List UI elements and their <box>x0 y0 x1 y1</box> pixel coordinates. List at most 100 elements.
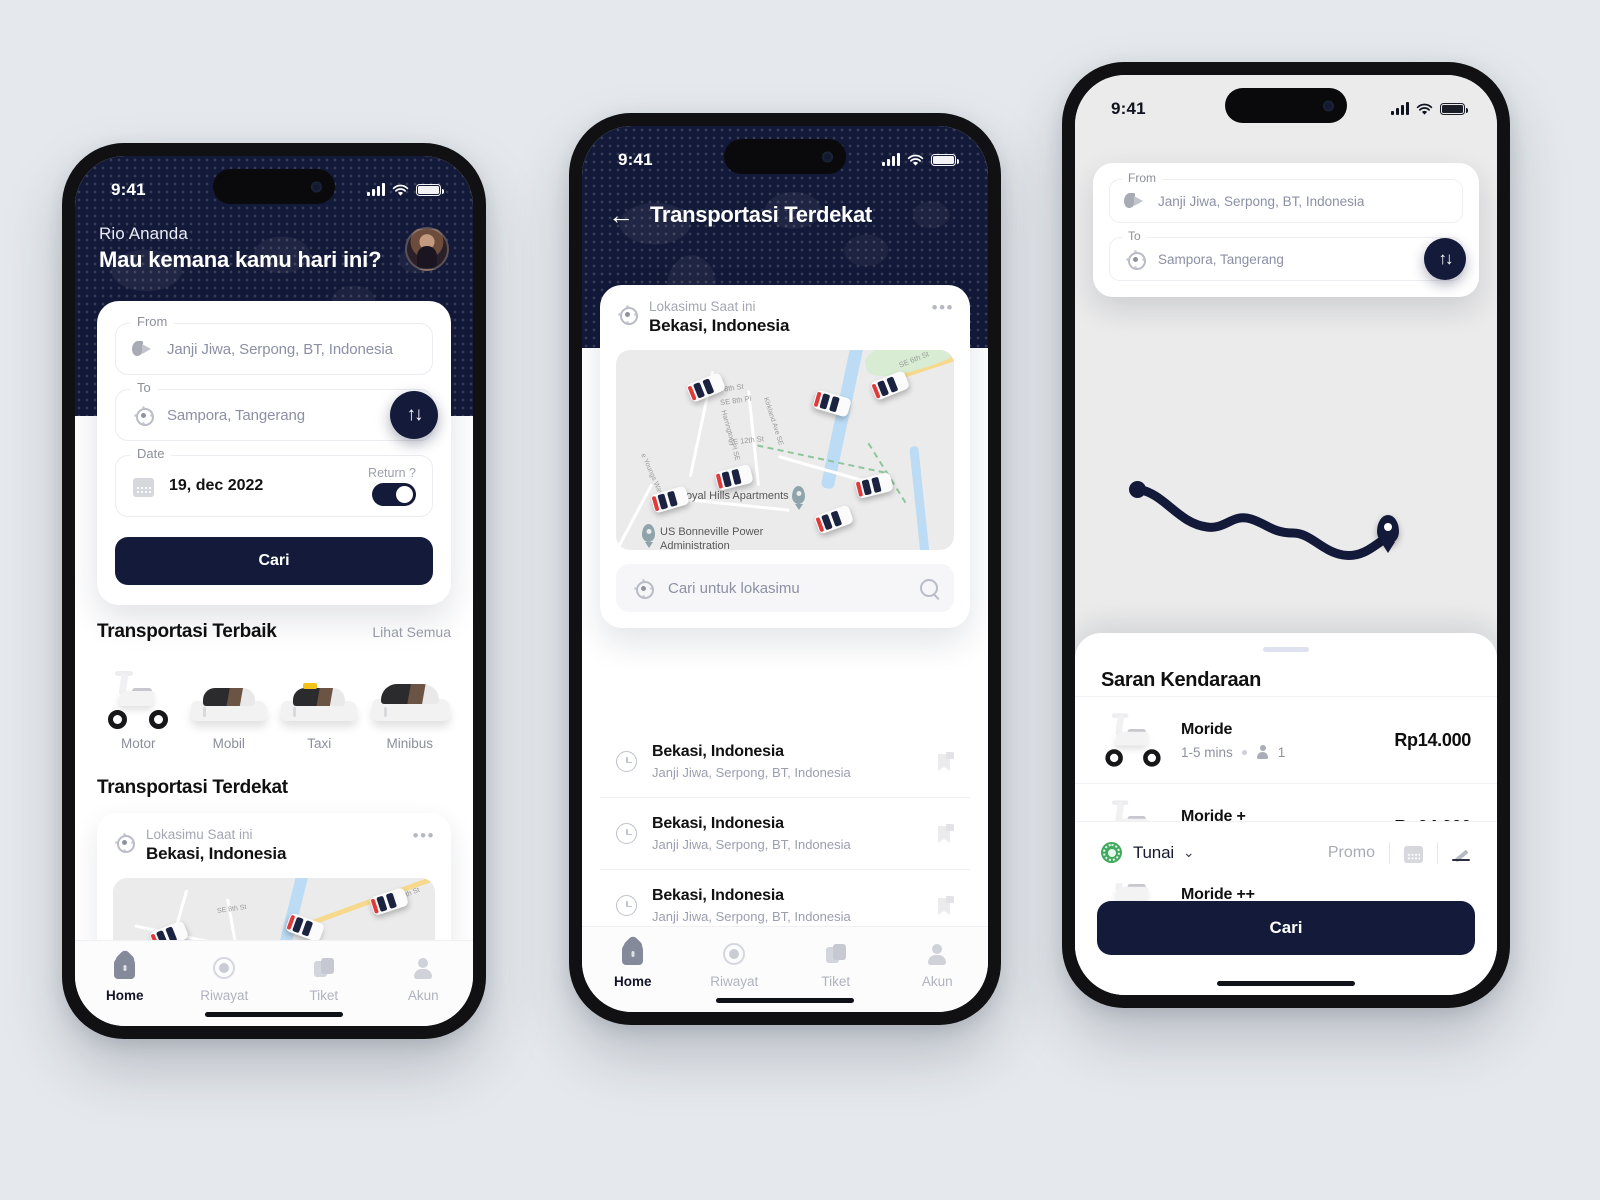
vehicle-option-row[interactable]: Moride 1-5 mins 1 Rp14.000 <box>1075 696 1497 783</box>
destination-crosshair-icon <box>132 404 154 426</box>
wifi-icon <box>1416 103 1433 115</box>
canvas: 9:41 Rio Ananda Mau kemana kamu hari ini… <box>0 0 1600 1200</box>
ticket-icon <box>313 957 335 979</box>
poi-label: Administration <box>660 540 730 550</box>
vehicle-name: Moride <box>1181 720 1233 738</box>
p3-route-card: From Janji Jiwa, Serpong, BT, Indonesia … <box>1093 163 1479 297</box>
search-submit-button[interactable]: Cari <box>115 537 433 585</box>
user-icon <box>926 943 948 965</box>
category-taxi[interactable]: Taxi <box>274 657 365 751</box>
swap-button[interactable]: ↑↓ <box>1424 238 1466 280</box>
calendar-icon <box>132 474 156 498</box>
vehicle-eta: 1-5 mins <box>1181 744 1233 760</box>
street-label: Harrington Pl SE <box>719 409 741 462</box>
category-motor[interactable]: Motor <box>93 657 184 751</box>
avatar[interactable] <box>405 226 449 271</box>
tab-tiket[interactable]: Tiket <box>274 955 374 1003</box>
status-time: 9:41 <box>618 150 653 169</box>
clock-icon <box>616 895 637 916</box>
category-minibus[interactable]: Minibus <box>365 657 456 751</box>
to-field[interactable]: To Sampora, Tangerang ↑↓ <box>1109 229 1466 281</box>
search-results-list: Bekasi, Indonesia Janji Jiwa, Serpong, B… <box>600 726 970 941</box>
car-marker <box>368 886 410 917</box>
chevron-down-icon[interactable]: ⌄ <box>1183 844 1195 861</box>
date-field[interactable]: Date 19, dec 2022 Return ? <box>115 446 433 517</box>
clock-icon <box>616 823 637 844</box>
swap-arrows-icon: ↑↓ <box>406 404 424 425</box>
tab-home[interactable]: Home <box>75 955 175 1003</box>
to-field[interactable]: To Sampora, Tangerang ↑↓ <box>115 380 438 441</box>
p1-dynamic-island <box>213 169 335 204</box>
home-icon <box>114 957 136 979</box>
tab-akun[interactable]: Akun <box>374 955 474 1003</box>
calendar-icon[interactable] <box>1404 843 1423 863</box>
from-value: Janji Jiwa, Serpong, BT, Indonesia <box>1158 193 1365 209</box>
promo-label[interactable]: Promo <box>1328 844 1375 862</box>
tab-riwayat[interactable]: Riwayat <box>684 941 786 989</box>
tab-riwayat[interactable]: Riwayat <box>175 955 275 1003</box>
tab-tiket[interactable]: Tiket <box>785 941 887 989</box>
result-subtitle: Janji Jiwa, Serpong, BT, Indonesia <box>652 765 851 780</box>
scooter-icon <box>106 671 170 729</box>
from-label: From <box>1122 171 1162 185</box>
battery-icon <box>931 154 959 166</box>
p2-dynamic-island <box>724 139 846 174</box>
p2-map[interactable]: SE 8th St SE 8th Pl SE 12th St Kirkland … <box>616 350 954 550</box>
nearby-title: Transportasi Terdekat <box>97 777 288 798</box>
return-toggle[interactable] <box>372 483 416 506</box>
phone-2: 9:41 ← Transportasi Terdekat Lokasimu Sa… <box>569 113 1001 1025</box>
signal-icon <box>367 183 385 196</box>
phone-3-screen: SE 4th St SE 8th Pl SE 5th St SE 12th St… <box>1075 75 1497 995</box>
status-time: 9:41 <box>111 180 146 199</box>
date-label: Date <box>130 446 172 461</box>
status-indicators <box>1391 102 1468 116</box>
map-pin <box>642 524 655 542</box>
tab-home[interactable]: Home <box>582 941 684 989</box>
result-title: Bekasi, Indonesia <box>652 815 784 832</box>
scooter-icon <box>1104 713 1163 767</box>
payment-method[interactable]: Tunai <box>1133 843 1174 863</box>
search-icon[interactable] <box>920 579 938 597</box>
phone-1: 9:41 Rio Ananda Mau kemana kamu hari ini… <box>62 143 486 1039</box>
clock-icon <box>616 751 637 772</box>
more-options-icon[interactable]: ••• <box>932 299 954 316</box>
bookmark-icon[interactable] <box>938 896 954 915</box>
from-field[interactable]: From Janji Jiwa, Serpong, BT, Indonesia <box>1109 171 1463 223</box>
locate-icon <box>632 577 654 599</box>
battery-icon <box>416 184 444 196</box>
swap-arrows-icon: ↑↓ <box>1438 249 1454 268</box>
search-submit-button[interactable]: Cari <box>1097 901 1475 955</box>
swap-button[interactable]: ↑↓ <box>390 391 438 439</box>
tab-akun[interactable]: Akun <box>887 941 989 989</box>
category-mobil[interactable]: Mobil <box>184 657 275 751</box>
from-field[interactable]: From Janji Jiwa, Serpong, BT, Indonesia <box>115 314 433 375</box>
current-location-icon <box>113 831 135 853</box>
from-value: Janji Jiwa, Serpong, BT, Indonesia <box>167 340 393 358</box>
to-value: Sampora, Tangerang <box>1158 251 1284 267</box>
car-marker <box>714 463 754 492</box>
divider <box>1437 841 1438 864</box>
more-options-icon[interactable]: ••• <box>413 827 435 844</box>
back-arrow-icon[interactable]: ← <box>608 202 634 228</box>
edit-pencil-icon[interactable] <box>1452 843 1471 862</box>
bookmark-icon[interactable] <box>938 752 954 771</box>
passenger-icon <box>1256 745 1269 759</box>
list-item[interactable]: Bekasi, Indonesia Janji Jiwa, Serpong, B… <box>600 726 970 797</box>
origin-marker-icon <box>1124 190 1146 212</box>
return-toggle-group: Return ? <box>368 466 416 506</box>
see-all-link[interactable]: Lihat Semua <box>372 624 451 640</box>
list-item[interactable]: Bekasi, Indonesia Janji Jiwa, Serpong, B… <box>600 797 970 869</box>
map-pin <box>792 486 805 504</box>
current-location-icon <box>616 303 638 325</box>
history-icon <box>723 943 746 965</box>
p3-dynamic-island <box>1225 88 1347 123</box>
result-title: Bekasi, Indonesia <box>652 743 784 760</box>
bookmark-icon[interactable] <box>938 824 954 843</box>
to-label: To <box>130 380 158 395</box>
street-label: SE 8th Pl <box>719 393 752 408</box>
page-title: Transportasi Terdekat <box>650 202 872 227</box>
tab-label: Home <box>613 974 652 989</box>
sheet-title: Saran Kendaraan <box>1101 669 1262 691</box>
location-search-input[interactable]: Cari untuk lokasimu <box>616 564 954 612</box>
ticket-icon <box>825 943 847 965</box>
